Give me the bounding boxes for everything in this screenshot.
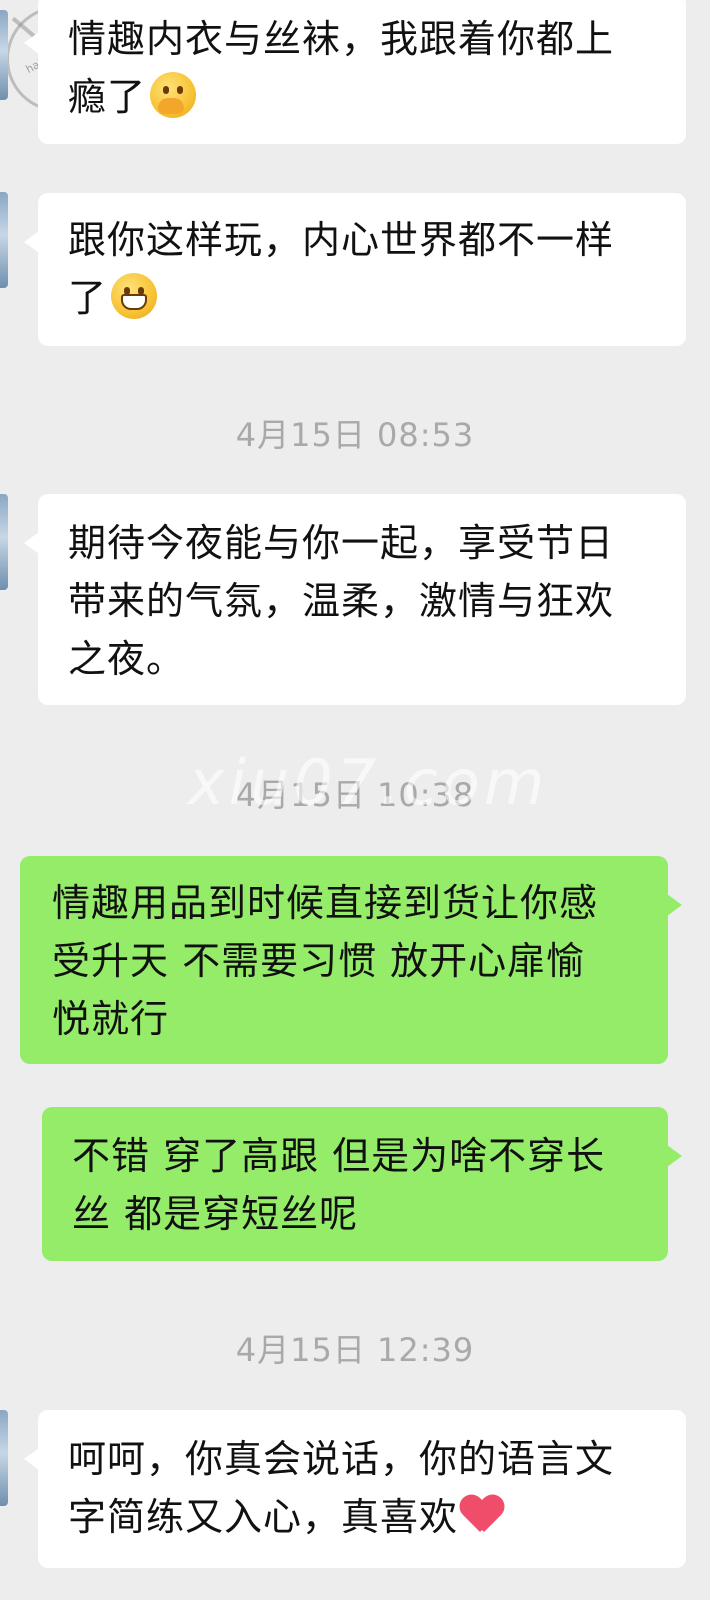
message-line: 带来的气氛，温柔，激情与狂欢 xyxy=(68,579,615,623)
grinning-icon xyxy=(111,273,158,319)
message-line: 情趣用品到时候直接到货让你感 xyxy=(52,881,599,925)
hand-over-mouth-icon xyxy=(150,72,197,118)
message-line: 字简练又入心，真喜欢 xyxy=(68,1488,658,1546)
message-bubble-incoming[interactable]: 情趣内衣与丝袜，我跟着你都上 瘾了 xyxy=(24,0,686,144)
timestamp: 4月15日 10:38 xyxy=(235,776,475,814)
message-bubble-outgoing[interactable]: 不错 穿了高跟 但是为啥不穿长 丝 都是穿短丝呢 xyxy=(42,1107,682,1261)
timestamp: 4月15日 12:39 xyxy=(235,1331,475,1369)
message-line: 了 xyxy=(68,269,658,327)
message-line: 跟你这样玩，内心世界都不一样 xyxy=(68,218,615,262)
avatar[interactable] xyxy=(0,10,8,100)
message-line: 受升天 不需要习惯 放开心扉愉 xyxy=(52,939,586,983)
message-line: 期待今夜能与你一起，享受节日 xyxy=(68,521,615,565)
message-bubble-incoming[interactable]: 期待今夜能与你一起，享受节日 带来的气氛，温柔，激情与狂欢 之夜。 xyxy=(24,494,686,705)
message-line: 不错 穿了高跟 但是为啥不穿长 xyxy=(72,1134,606,1178)
avatar[interactable] xyxy=(0,1410,8,1506)
avatar[interactable] xyxy=(0,192,8,288)
message-bubble-outgoing[interactable]: 情趣用品到时候直接到货让你感 受升天 不需要习惯 放开心扉愉 悦就行 xyxy=(20,856,682,1064)
message-line: 之夜。 xyxy=(68,637,186,681)
heart-icon xyxy=(460,1496,504,1536)
message-line: 情趣内衣与丝袜，我跟着你都上 xyxy=(68,17,615,61)
message-line: 丝 都是穿短丝呢 xyxy=(72,1192,359,1236)
message-line: 呵呵，你真会说话，你的语言文 xyxy=(68,1437,615,1481)
message-line: 瘾了 xyxy=(68,68,658,126)
message-bubble-incoming[interactable]: 呵呵，你真会说话，你的语言文 字简练又入心，真喜欢 xyxy=(24,1410,686,1568)
message-line: 悦就行 xyxy=(52,997,170,1041)
message-bubble-incoming[interactable]: 跟你这样玩，内心世界都不一样 了 xyxy=(24,193,686,346)
avatar[interactable] xyxy=(0,494,8,590)
timestamp: 4月15日 08:53 xyxy=(235,416,475,454)
